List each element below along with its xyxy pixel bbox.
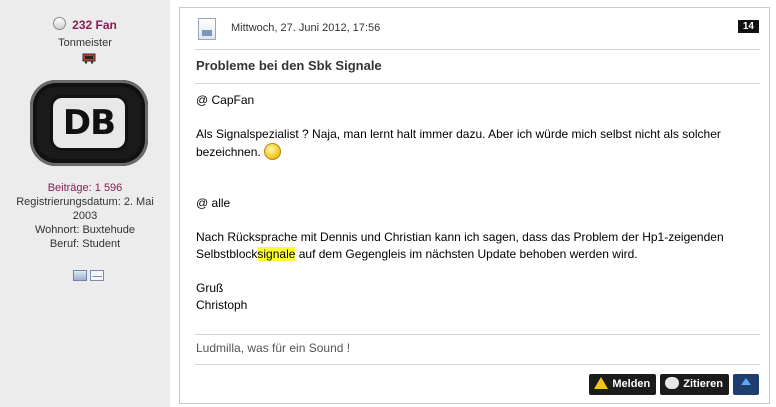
post-actions: Melden Zitieren xyxy=(585,374,759,396)
author-contact xyxy=(73,268,107,281)
rank-icon xyxy=(82,53,96,64)
post-number[interactable]: 14 xyxy=(737,20,759,33)
closing: Gruß xyxy=(196,281,224,295)
paragraph-1: Als Signalspezialist ? Naja, man lernt h… xyxy=(196,126,756,161)
signature: Ludmilla, was für ein Sound ! xyxy=(196,341,351,355)
author-registered-year: 2003 xyxy=(72,210,98,222)
post-title: Probleme bei den Sbk Signale xyxy=(196,58,382,73)
smiley-icon xyxy=(263,143,281,160)
search-highlight: signale xyxy=(257,247,296,261)
scroll-top-button[interactable] xyxy=(733,374,759,395)
divider xyxy=(195,83,760,84)
paragraph-2-text-end: auf dem Gegengleis im nächsten Update be… xyxy=(295,247,638,261)
paragraph-2: Nach Rücksprache mit Dennis und Christia… xyxy=(196,229,756,263)
author-name: Christoph xyxy=(196,298,248,312)
author-stats: Beiträge: 1 596 Registrierungsdatum: 2. … xyxy=(0,181,170,251)
quote-label: Zitieren xyxy=(683,378,723,390)
divider xyxy=(195,364,760,365)
author-line: 232 Fan xyxy=(0,16,170,34)
greeting-capfan: @ CapFan xyxy=(196,93,255,107)
document-icon xyxy=(198,18,216,40)
post-date: Mittwoch, 27. Juni 2012, 17:56 xyxy=(231,22,381,34)
post: Mittwoch, 27. Juni 2012, 17:56 14 Proble… xyxy=(179,7,770,404)
author-job: Beruf: Student xyxy=(49,238,121,250)
author-rank: Tonmeister xyxy=(58,37,112,49)
speech-bubble-icon xyxy=(665,377,680,389)
warning-icon xyxy=(594,377,609,389)
quote-button[interactable]: Zitieren xyxy=(660,374,729,395)
author-registered: Registrierungsdatum: 2. Mai xyxy=(16,196,154,208)
avatar-logo: DB xyxy=(50,95,128,151)
avatar[interactable]: DB xyxy=(30,80,148,166)
author-location: Wohnort: Buxtehude xyxy=(34,224,136,236)
mail-icon[interactable] xyxy=(90,270,104,281)
status-offline-icon xyxy=(53,17,67,30)
author-posts[interactable]: Beiträge: 1 596 xyxy=(0,181,170,195)
author-sidebar: 232 Fan Tonmeister DB Beiträge: 1 596 Re… xyxy=(0,0,170,407)
divider xyxy=(195,49,760,50)
author-username[interactable]: 232 Fan xyxy=(72,18,117,32)
signature-divider xyxy=(195,334,760,335)
report-button[interactable]: Melden xyxy=(589,374,657,395)
greeting-all: @ alle xyxy=(196,196,231,210)
arrow-up-icon xyxy=(741,378,751,385)
profile-card-icon[interactable] xyxy=(73,270,87,281)
report-label: Melden xyxy=(612,378,651,390)
post-body: @ CapFan Als Signalspezialist ? Naja, ma… xyxy=(196,92,756,314)
